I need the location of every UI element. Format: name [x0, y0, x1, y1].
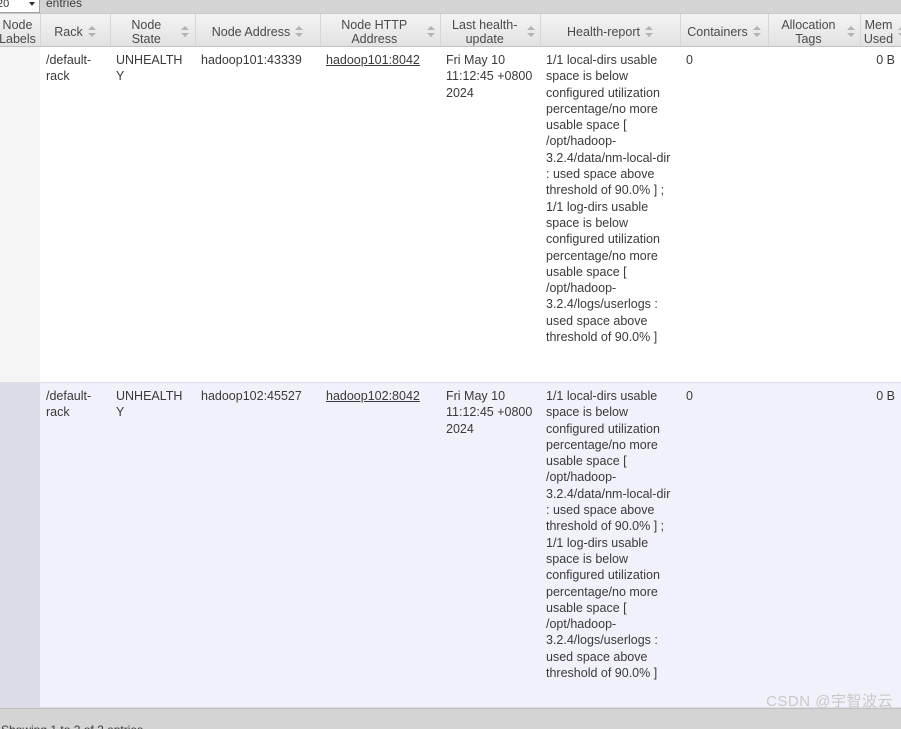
- column-header-label: Containers: [687, 24, 748, 39]
- table-length-toolbar: 20 entries: [0, 0, 901, 13]
- cell-rack: /default-rack: [46, 53, 92, 84]
- sort-toggle-icon[interactable]: [644, 25, 654, 38]
- column-header-label: Allocation Tags: [781, 17, 836, 46]
- column-header-node-state[interactable]: Node State: [110, 14, 195, 46]
- column-header-node-http-address[interactable]: Node HTTP Address: [320, 14, 440, 46]
- cell-mem-used: 0 B: [876, 389, 895, 403]
- sort-toggle-icon[interactable]: [87, 25, 97, 38]
- column-header-rack[interactable]: Rack: [40, 14, 110, 46]
- column-header-mem-used[interactable]: Mem Used: [860, 14, 901, 46]
- entries-label: entries: [46, 0, 83, 10]
- table-row[interactable]: /default-rack UNHEALTHY hadoop101:43339 had…: [0, 47, 901, 383]
- table-header-row: Node Labels Rack Node State Node Address Nod…: [0, 13, 901, 47]
- cell-node-address: hadoop101:43339: [201, 53, 302, 67]
- cell-mem-used: 0 B: [876, 53, 895, 67]
- cell-last-health-update: Fri May 10 11:12:45 +0800 2024: [446, 389, 533, 436]
- yarn-nodes-table-page: 20 entries Node LabelsRackNode StateNode…: [0, 0, 901, 729]
- cell-rack: /default-rack: [46, 389, 92, 420]
- sort-toggle-icon[interactable]: [180, 25, 189, 38]
- cell-health-report: 1/1 local-dirs usable space is below con…: [546, 389, 671, 681]
- sort-toggle-icon[interactable]: [752, 25, 762, 38]
- table-body: /default-rack UNHEALTHY hadoop101:43339 had…: [0, 47, 901, 708]
- column-header-label: Node Address: [211, 24, 291, 39]
- column-header-node-address[interactable]: Node Address: [195, 14, 320, 46]
- column-header-label: Node HTTP Address: [341, 17, 408, 46]
- sort-toggle-icon[interactable]: [846, 25, 856, 38]
- column-header-node-labels[interactable]: Node Labels: [0, 14, 40, 46]
- sort-toggle-icon[interactable]: [527, 25, 535, 38]
- cell-node-state: UNHEALTHY: [116, 389, 183, 420]
- table-row[interactable]: /default-rack UNHEALTHY hadoop102:45527 had…: [0, 383, 901, 708]
- cell-node-labels: [0, 47, 40, 382]
- column-header-label: Mem Used: [863, 17, 894, 46]
- cell-containers: 0: [686, 53, 693, 67]
- column-header-containers[interactable]: Containers: [680, 14, 768, 46]
- cell-last-health-update: Fri May 10 11:12:45 +0800 2024: [446, 53, 533, 100]
- chevron-down-icon: [29, 2, 35, 6]
- column-header-last-health-update[interactable]: Last health-update: [440, 14, 540, 46]
- node-http-address-link[interactable]: hadoop101:8042: [326, 53, 420, 67]
- page-length-value: 20: [0, 0, 10, 10]
- cell-allocation-tags: [768, 47, 860, 382]
- sort-toggle-icon[interactable]: [426, 25, 436, 38]
- cell-node-http-address: hadoop102:8042: [320, 383, 440, 707]
- node-http-address-link[interactable]: hadoop102:8042: [326, 389, 420, 403]
- cell-node-state: UNHEALTHY: [116, 53, 183, 84]
- table-info-text: Showing 1 to 2 of 2 entries: [1, 723, 143, 729]
- cell-allocation-tags: [768, 383, 860, 707]
- column-header-label: Last health-update: [452, 17, 518, 46]
- column-header-label: Rack: [54, 24, 83, 39]
- table-footer-bar: Showing 1 to 2 of 2 entries: [0, 708, 901, 729]
- column-header-label: Health-report: [567, 24, 640, 39]
- cell-containers: 0: [686, 389, 693, 403]
- page-length-select[interactable]: 20: [0, 0, 40, 13]
- column-header-allocation-tags[interactable]: Allocation Tags: [768, 14, 860, 46]
- column-header-label: Node State: [131, 17, 162, 46]
- cell-node-http-address: hadoop101:8042: [320, 47, 440, 382]
- cell-node-labels: [0, 383, 40, 707]
- column-header-label: Node Labels: [0, 17, 36, 46]
- cell-health-report: 1/1 local-dirs usable space is below con…: [546, 53, 671, 345]
- cell-node-address: hadoop102:45527: [201, 389, 302, 403]
- column-header-health-report[interactable]: Health-report: [540, 14, 680, 46]
- sort-toggle-icon[interactable]: [295, 25, 304, 38]
